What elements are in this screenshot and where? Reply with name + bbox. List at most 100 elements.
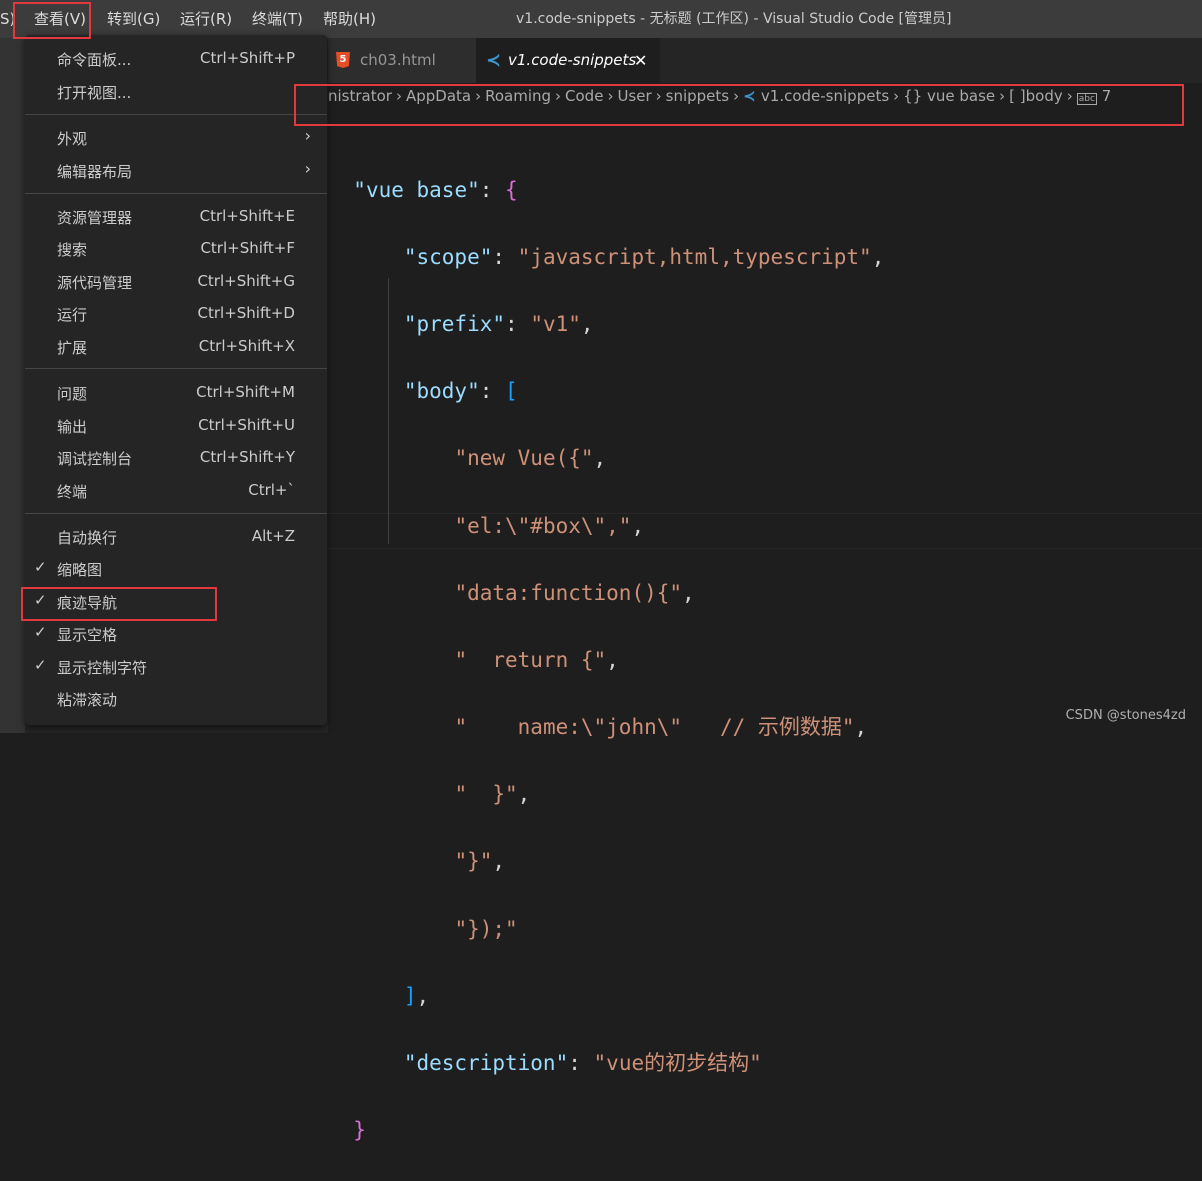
menu-item-debug-console[interactable]: 调试控制台 Ctrl+Shift+Y [25, 442, 327, 474]
json-value: " [841, 715, 855, 740]
chevron-right-icon: › [893, 87, 900, 105]
view-menu-dropdown: 命令面板... Ctrl+Shift+P 打开视图... 外观 › 编辑器布局 › 资… [25, 35, 327, 725]
menu-item-command-palette[interactable]: 命令面板... Ctrl+Shift+P [25, 43, 327, 75]
menu-item-render-whitespace[interactable]: ✓ 显示空格 [25, 618, 327, 650]
window-title: v1.code-snippets - 无标题 (工作区) - Visual St… [516, 11, 952, 27]
menu-item-scm[interactable]: 源代码管理 Ctrl+Shift+G [25, 266, 327, 298]
punct: : [505, 311, 531, 336]
code-line: "body": [ [328, 375, 884, 409]
menu-separator [25, 368, 327, 369]
menu-item-label: 源代码管理 [57, 274, 133, 292]
menu-separator [25, 513, 327, 514]
json-value: // 示例数据 [719, 715, 842, 740]
menu-item-open-view[interactable]: 打开视图... [25, 76, 327, 108]
menu-item-label: 资源管理器 [57, 209, 133, 227]
menu-item-appearance[interactable]: 外观 › [25, 122, 327, 154]
shortcut: Ctrl+Shift+X [198, 337, 295, 355]
menu-item-label: 扩展 [57, 339, 88, 357]
menu-item-label: 外观 [57, 130, 88, 148]
breadcrumb-symbol[interactable]: vue base [927, 87, 995, 105]
punct: : [479, 177, 506, 202]
title-bar: S) 查看(V) 转到(G) 运行(R) 终端(T) 帮助(H) v1.code… [0, 0, 1202, 38]
code-line: " name:\"john\" // 示例数据", [328, 711, 884, 745]
menu-item-label: 调试控制台 [57, 450, 133, 468]
menu-selection-partial[interactable]: S) [0, 0, 15, 38]
punct: , [854, 715, 868, 740]
menu-item-run[interactable]: 运行 Ctrl+Shift+D [25, 298, 327, 330]
menu-item-minimap[interactable]: ✓ 缩略图 [25, 553, 327, 585]
tab-ch03-html[interactable]: 5 ch03.html [328, 38, 476, 83]
checkmark-icon: ✓ [34, 623, 47, 641]
code-line: "data:function(){", [328, 577, 884, 611]
array-icon: [ ] [1009, 87, 1026, 105]
chevron-right-icon: › [304, 126, 311, 145]
menu-terminal[interactable]: 终端(T) [252, 0, 303, 38]
code-line: "el:\"#box\",", [328, 510, 884, 544]
chevron-right-icon: › [555, 87, 562, 105]
menu-item-word-wrap[interactable]: 自动换行 Alt+Z [25, 521, 327, 553]
tab-bar: 5 ch03.html ≺ v1.code-snippets ✕ [328, 38, 1202, 83]
menu-go[interactable]: 转到(G) [107, 0, 160, 38]
menu-item-editor-layout[interactable]: 编辑器布局 › [25, 155, 327, 187]
menu-item-search[interactable]: 搜索 Ctrl+Shift+F [25, 233, 327, 265]
json-value: " }" [454, 782, 518, 807]
menu-item-terminal[interactable]: 终端 Ctrl+` [25, 475, 327, 507]
menu-help[interactable]: 帮助(H) [323, 0, 376, 38]
close-icon[interactable]: ✕ [634, 38, 647, 83]
menu-view[interactable]: 查看(V) [34, 0, 86, 38]
json-value: "v1" [530, 311, 581, 336]
breadcrumb-file[interactable]: v1.code-snippets [761, 87, 889, 105]
menu-item-problems[interactable]: 问题 Ctrl+Shift+M [25, 377, 327, 409]
code-line: "vue base": { [328, 174, 884, 208]
breadcrumb-item[interactable]: snippets [666, 87, 729, 105]
menu-item-label: 终端 [57, 483, 88, 501]
menu-item-render-control-chars[interactable]: ✓ 显示控制字符 [25, 651, 327, 683]
breadcrumb-symbol[interactable]: 7 [1102, 87, 1112, 105]
json-value: "vue的初步结构" [593, 1051, 762, 1076]
menu-item-label: 搜索 [57, 241, 88, 259]
code-editor[interactable]: "vue base": { "scope": "javascript,html,… [328, 140, 884, 1181]
punct: ] [403, 983, 417, 1008]
menu-item-label: 编辑器布局 [57, 163, 133, 181]
shortcut: Ctrl+Shift+P [200, 49, 295, 67]
shortcut: Alt+Z [251, 527, 295, 545]
shortcut: Ctrl+Shift+F [200, 239, 295, 257]
chevron-right-icon: › [475, 87, 482, 105]
object-icon: {} [903, 87, 923, 105]
punct: : [479, 379, 506, 404]
tab-v1-code-snippets[interactable]: ≺ v1.code-snippets ✕ [476, 38, 660, 83]
menu-item-breadcrumbs[interactable]: ✓ 痕迹导航 [25, 586, 327, 618]
json-value: "el:\"#box\"," [454, 513, 632, 538]
breadcrumb-item[interactable]: AppData [406, 87, 471, 105]
menu-item-sticky-scroll[interactable]: 粘滞滚动 [25, 683, 327, 715]
menu-item-extensions[interactable]: 扩展 Ctrl+Shift+X [25, 331, 327, 363]
breadcrumb-symbol[interactable]: body [1026, 87, 1063, 105]
menu-item-label: 打开视图... [57, 84, 132, 102]
breadcrumb-item[interactable]: Roaming [485, 87, 551, 105]
punct: , [631, 513, 645, 538]
breadcrumb-item[interactable]: User [617, 87, 651, 105]
menu-item-label: 显示空格 [57, 626, 118, 644]
code-line: "}", [328, 845, 884, 879]
breadcrumb-item[interactable]: nistrator [328, 87, 392, 105]
menu-run[interactable]: 运行(R) [180, 0, 232, 38]
code-line: "description": "vue的初步结构" [328, 1047, 884, 1081]
punct: , [492, 849, 506, 874]
menu-item-label: 命令面板... [57, 51, 132, 69]
punct: [ [505, 379, 518, 404]
checkmark-icon: ✓ [34, 656, 47, 674]
menu-item-label: 显示控制字符 [57, 659, 148, 677]
punct: , [517, 782, 531, 807]
chevron-right-icon: › [733, 87, 740, 105]
menu-item-explorer[interactable]: 资源管理器 Ctrl+Shift+E [25, 201, 327, 233]
code-line: "scope": "javascript,html,typescript", [328, 241, 884, 275]
json-key: "prefix" [403, 311, 506, 336]
json-value: "});" [454, 916, 518, 941]
menu-separator [25, 193, 327, 194]
punct: , [606, 647, 619, 672]
tab-label: v1.code-snippets [508, 51, 637, 69]
activity-bar [0, 38, 25, 733]
breadcrumb-item[interactable]: Code [565, 87, 603, 105]
json-key: "scope" [403, 244, 493, 269]
menu-item-output[interactable]: 输出 Ctrl+Shift+U [25, 410, 327, 442]
